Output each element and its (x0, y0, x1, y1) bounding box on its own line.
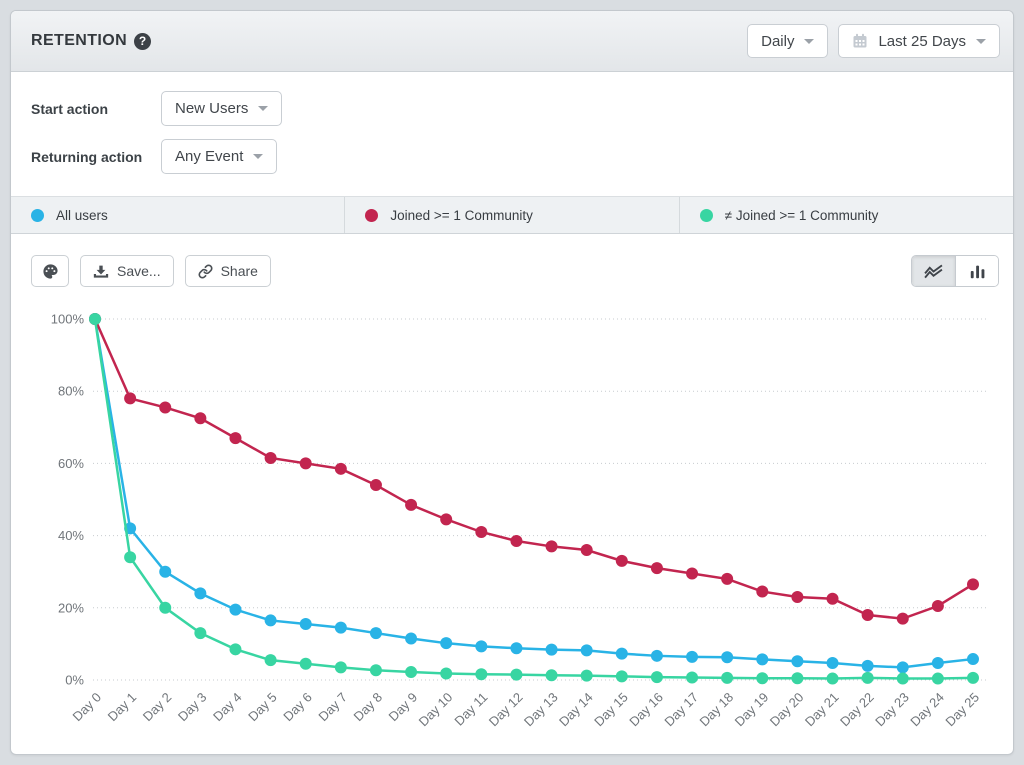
line-chart-toggle-button[interactable] (912, 256, 955, 286)
svg-text:0%: 0% (65, 673, 84, 688)
header: RETENTION ? Daily Last 25 Days (11, 11, 1013, 72)
svg-text:Day 14: Day 14 (556, 690, 596, 730)
svg-text:Day 15: Day 15 (591, 690, 631, 730)
svg-text:Day 7: Day 7 (315, 690, 350, 725)
svg-text:Day 11: Day 11 (451, 690, 490, 729)
svg-text:Day 12: Day 12 (486, 690, 526, 730)
svg-text:Day 10: Day 10 (416, 690, 456, 730)
start-action-value: New Users (175, 100, 248, 117)
segment-label: All users (56, 208, 108, 223)
calendar-icon (852, 33, 868, 49)
svg-text:Day 23: Day 23 (872, 690, 912, 730)
svg-text:40%: 40% (58, 528, 84, 543)
segment-color-dot (700, 209, 713, 222)
chevron-down-icon (976, 39, 986, 44)
svg-text:Day 3: Day 3 (175, 690, 210, 725)
save-button-label: Save... (117, 263, 161, 279)
svg-text:80%: 80% (58, 384, 84, 399)
retention-chart[interactable]: 0%20%40%60%80%100%Day 0Day 1Day 2Day 3Da… (11, 301, 1013, 755)
returning-action-dropdown[interactable]: Any Event (161, 139, 277, 174)
link-icon (198, 264, 213, 279)
chart-type-toggle (911, 255, 999, 287)
svg-text:Day 1: Day 1 (105, 690, 140, 725)
granularity-value: Daily (761, 33, 794, 50)
palette-icon (42, 263, 59, 280)
segment-tabs: All users Joined >= 1 Community ≠ Joined… (11, 196, 1013, 234)
svg-text:Day 17: Day 17 (661, 690, 701, 730)
svg-text:Day 8: Day 8 (350, 690, 385, 725)
color-palette-button[interactable] (31, 255, 69, 287)
svg-text:Day 19: Day 19 (732, 690, 772, 730)
segment-color-dot (365, 209, 378, 222)
svg-text:Day 2: Day 2 (140, 690, 175, 725)
segment-label: ≠ Joined >= 1 Community (725, 208, 879, 223)
chevron-down-icon (258, 106, 268, 111)
svg-text:20%: 20% (58, 600, 84, 615)
segment-tab-joined-community[interactable]: Joined >= 1 Community (345, 197, 679, 233)
share-button[interactable]: Share (185, 255, 271, 287)
svg-text:Day 24: Day 24 (907, 690, 947, 730)
svg-text:Day 21: Day 21 (802, 690, 842, 730)
svg-text:Day 18: Day 18 (697, 690, 737, 730)
svg-text:Day 25: Day 25 (942, 690, 982, 730)
svg-text:Day 5: Day 5 (245, 690, 280, 725)
granularity-dropdown[interactable]: Daily (747, 24, 828, 58)
bar-chart-icon (969, 264, 986, 279)
returning-action-value: Any Event (175, 148, 243, 165)
share-button-label: Share (221, 263, 258, 279)
chevron-down-icon (253, 154, 263, 159)
start-action-label: Start action (31, 101, 161, 117)
svg-text:Day 0: Day 0 (69, 690, 104, 725)
bar-chart-toggle-button[interactable] (955, 256, 998, 286)
segment-label: Joined >= 1 Community (390, 208, 533, 223)
svg-text:Day 20: Day 20 (767, 690, 807, 730)
chevron-down-icon (804, 39, 814, 44)
svg-text:Day 16: Day 16 (626, 690, 666, 730)
date-range-dropdown[interactable]: Last 25 Days (838, 24, 1000, 58)
line-chart-icon (924, 264, 943, 279)
help-icon[interactable]: ? (134, 33, 151, 50)
svg-text:100%: 100% (51, 312, 85, 327)
save-button[interactable]: Save... (80, 255, 174, 287)
svg-text:Day 13: Day 13 (521, 690, 561, 730)
retention-card: RETENTION ? Daily Last 25 Days (10, 10, 1014, 755)
svg-text:60%: 60% (58, 456, 84, 471)
segment-tab-not-joined-community[interactable]: ≠ Joined >= 1 Community (680, 197, 1013, 233)
svg-text:Day 4: Day 4 (210, 690, 245, 725)
page-title: RETENTION (31, 32, 127, 50)
segment-tab-all-users[interactable]: All users (11, 197, 345, 233)
start-action-dropdown[interactable]: New Users (161, 91, 282, 126)
segment-color-dot (31, 209, 44, 222)
filters-section: Start action New Users Returning action … (11, 72, 1013, 196)
date-range-value: Last 25 Days (878, 33, 966, 50)
chart-toolbar: Save... Share (11, 234, 1013, 301)
svg-text:Day 6: Day 6 (280, 690, 315, 725)
returning-action-label: Returning action (31, 149, 161, 165)
download-icon (93, 264, 109, 279)
svg-text:Day 22: Day 22 (837, 690, 877, 730)
